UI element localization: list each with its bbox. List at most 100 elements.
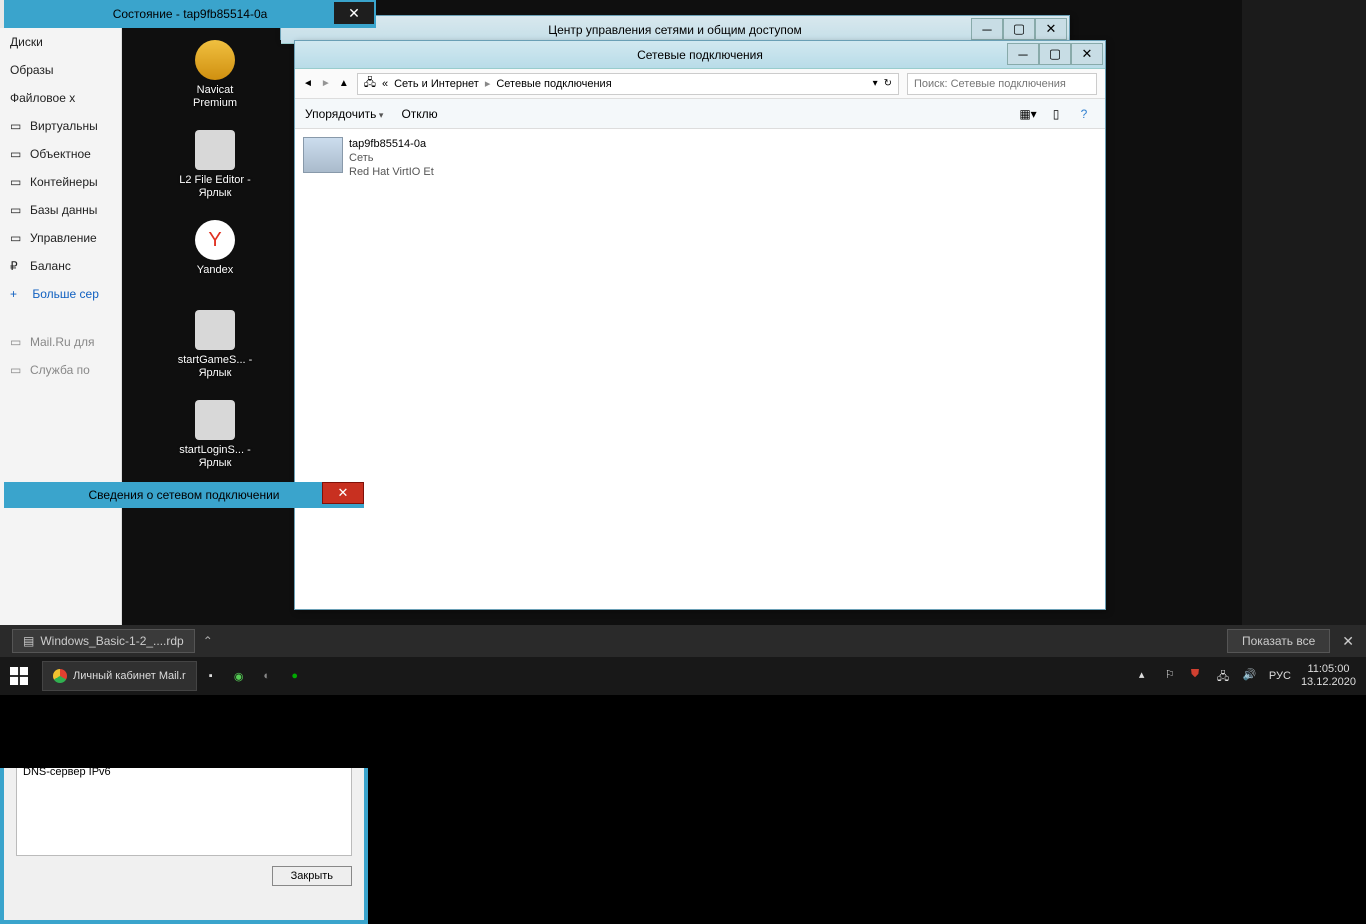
editor-icon — [195, 130, 235, 170]
chevron-right-icon: ▸ — [485, 77, 491, 90]
flag-icon[interactable]: ⚐ — [1165, 668, 1181, 684]
sidebar-item-databases[interactable]: ▭Базы данны — [0, 196, 121, 224]
clock[interactable]: 11:05:00 13.12.2020 — [1301, 663, 1356, 689]
close-dialog-button[interactable]: Закрыть — [272, 866, 352, 886]
desktop-icon-yandex[interactable]: Y Yandex — [175, 220, 255, 277]
adapter-device: Red Hat VirtIO Et — [349, 165, 434, 179]
sidebar-item-object[interactable]: ▭Объектное — [0, 140, 121, 168]
minimize-button[interactable]: ─ — [971, 18, 1003, 40]
storage-icon: ▭ — [10, 147, 24, 161]
close-shelf-button[interactable]: ✕ — [1342, 633, 1354, 650]
breadcrumb-part[interactable]: Сетевые подключения — [496, 78, 611, 90]
yandex-icon: Y — [195, 220, 235, 260]
refresh-button[interactable]: ↻ — [884, 78, 892, 89]
taskbar-pinned-4[interactable]: ● — [281, 657, 309, 695]
nav-up-button[interactable]: ▲ — [339, 78, 349, 89]
tray-overflow-button[interactable]: ▴ — [1139, 668, 1155, 684]
network-icon: ▭ — [10, 119, 24, 133]
minimize-button[interactable]: ─ — [1007, 43, 1039, 65]
preview-pane-button[interactable]: ▯ — [1045, 104, 1067, 124]
network-connections-titlebar[interactable]: Сетевые подключения ─ ▢ ✕ — [295, 41, 1105, 69]
sidebar-item-more[interactable]: + Больше сер — [0, 280, 121, 308]
volume-icon[interactable]: 🔊 — [1243, 668, 1259, 684]
close-button[interactable]: ✕ — [334, 2, 374, 24]
system-tray: ▴ ⚐ ⛊ 🖧 🔊 РУС 11:05:00 13.12.2020 — [1139, 663, 1366, 689]
chrome-icon — [53, 669, 67, 683]
desktop-icon-startlogin[interactable]: startLoginS... - Ярлык — [175, 400, 255, 470]
taskbar-pinned-1[interactable]: ▪ — [197, 657, 225, 695]
network-center-window: Центр управления сетями и общим доступом… — [280, 15, 1070, 40]
sidebar-item-virtual[interactable]: ▭Виртуальны — [0, 112, 121, 140]
search-input[interactable] — [907, 73, 1097, 95]
taskbar: Личный кабинет Mail.r ▪ ◉ ◐ ● ▴ ⚐ ⛊ 🖧 🔊 … — [0, 657, 1366, 695]
details-titlebar[interactable]: Сведения о сетевом подключении ✕ — [4, 482, 364, 508]
disable-device-button[interactable]: Отклю — [401, 107, 437, 121]
nav-forward-button[interactable]: ► — [321, 78, 331, 89]
download-item[interactable]: ▤ Windows_Basic-1-2_....rdp — [12, 629, 195, 653]
breadcrumb[interactable]: 🖧 « Сеть и Интернет ▸ Сетевые подключени… — [357, 73, 899, 95]
view-options-button[interactable]: ▦▾ — [1017, 104, 1039, 124]
download-caret[interactable]: ⌃ — [203, 634, 213, 648]
nav-back-button[interactable]: ◄ — [303, 78, 313, 89]
date: 13.12.2020 — [1301, 676, 1356, 689]
steam-icon: ◐ — [263, 670, 270, 682]
close-button[interactable]: ✕ — [1071, 43, 1103, 65]
window-title: Сведения о сетевом подключении — [89, 488, 280, 502]
sidebar-item-disks[interactable]: Диски — [0, 28, 121, 56]
sidebar-item-support[interactable]: ▭Служба по — [0, 356, 121, 384]
close-button[interactable]: ✕ — [322, 482, 364, 504]
connections-list: tap9fb85514-0a Сеть Red Hat VirtIO Et — [295, 129, 1105, 609]
file-icon: ▤ — [23, 634, 34, 648]
command-bar: Упорядочить Отклю ▦▾ ▯ ? — [295, 99, 1105, 129]
sidebar-item-balance[interactable]: ₽Баланс — [0, 252, 121, 280]
breadcrumb-part[interactable]: Сеть и Интернет — [394, 78, 479, 90]
folder-icon: 🖧 — [364, 74, 376, 93]
app-icon: ▪ — [209, 670, 213, 682]
taskbar-pinned-3[interactable]: ◐ — [253, 657, 281, 695]
show-all-downloads-button[interactable]: Показать все — [1227, 629, 1330, 653]
desktop-icon-startgame[interactable]: startGameS... - Ярлык — [175, 310, 255, 380]
sidebar-item-images[interactable]: Образы — [0, 56, 121, 84]
sidebar-item-mailru[interactable]: ▭Mail.Ru для — [0, 328, 121, 356]
ruble-icon: ₽ — [10, 259, 24, 273]
download-filename: Windows_Basic-1-2_....rdp — [40, 634, 183, 648]
sidebar-item-containers[interactable]: ▭Контейнеры — [0, 168, 121, 196]
network-connections-window: Сетевые подключения ─ ▢ ✕ ◄ ► ▲ 🖧 « Сеть… — [294, 40, 1106, 610]
start-button[interactable] — [0, 657, 38, 695]
help-button[interactable]: ? — [1073, 104, 1095, 124]
address-toolbar: ◄ ► ▲ 🖧 « Сеть и Интернет ▸ Сетевые подк… — [295, 69, 1105, 99]
nic-icon — [303, 137, 343, 173]
network-adapter-item[interactable]: tap9fb85514-0a Сеть Red Hat VirtIO Et — [295, 129, 455, 609]
desktop-icon-l2editor[interactable]: L2 File Editor - Ярлык — [175, 130, 255, 200]
organize-menu[interactable]: Упорядочить — [305, 107, 383, 121]
container-icon: ▭ — [10, 175, 24, 189]
close-button[interactable]: ✕ — [1035, 18, 1067, 40]
sidebar-item-management[interactable]: ▭Управление — [0, 224, 121, 252]
network-tray-icon[interactable]: 🖧 — [1217, 668, 1233, 684]
chart-icon: ▭ — [10, 231, 24, 245]
download-shelf: ▤ Windows_Basic-1-2_....rdp ⌃ Показать в… — [0, 625, 1366, 657]
window-title: Сетевые подключения — [637, 48, 763, 62]
adapter-name: tap9fb85514-0a — [349, 137, 434, 151]
sidebar-item-filestorage[interactable]: Файловое х — [0, 84, 121, 112]
plus-icon: + — [10, 287, 17, 301]
desktop-icon-navicat[interactable]: Navicat Premium — [175, 40, 255, 110]
security-icon[interactable]: ⛊ — [1191, 668, 1207, 684]
shortcut-icon — [195, 400, 235, 440]
taskbar-pinned-2[interactable]: ◉ — [225, 657, 253, 695]
language-indicator[interactable]: РУС — [1269, 670, 1291, 682]
letterbox-bottom — [0, 695, 1366, 768]
adapter-status: Сеть — [349, 151, 434, 165]
status-titlebar[interactable]: Состояние - tap9fb85514-0a ✕ — [4, 0, 376, 28]
app-icon: ● — [291, 670, 298, 682]
database-icon: ▭ — [10, 203, 24, 217]
breadcrumb-dropdown[interactable]: ▾ — [873, 78, 878, 89]
taskbar-chrome-item[interactable]: Личный кабинет Mail.r — [42, 661, 197, 691]
building-icon: ▭ — [10, 335, 24, 349]
maximize-button[interactable]: ▢ — [1003, 18, 1035, 40]
headset-icon: ▭ — [10, 363, 24, 377]
time: 11:05:00 — [1301, 663, 1356, 676]
window-title: Центр управления сетями и общим доступом — [548, 23, 802, 37]
maximize-button[interactable]: ▢ — [1039, 43, 1071, 65]
navicat-icon — [195, 40, 235, 80]
